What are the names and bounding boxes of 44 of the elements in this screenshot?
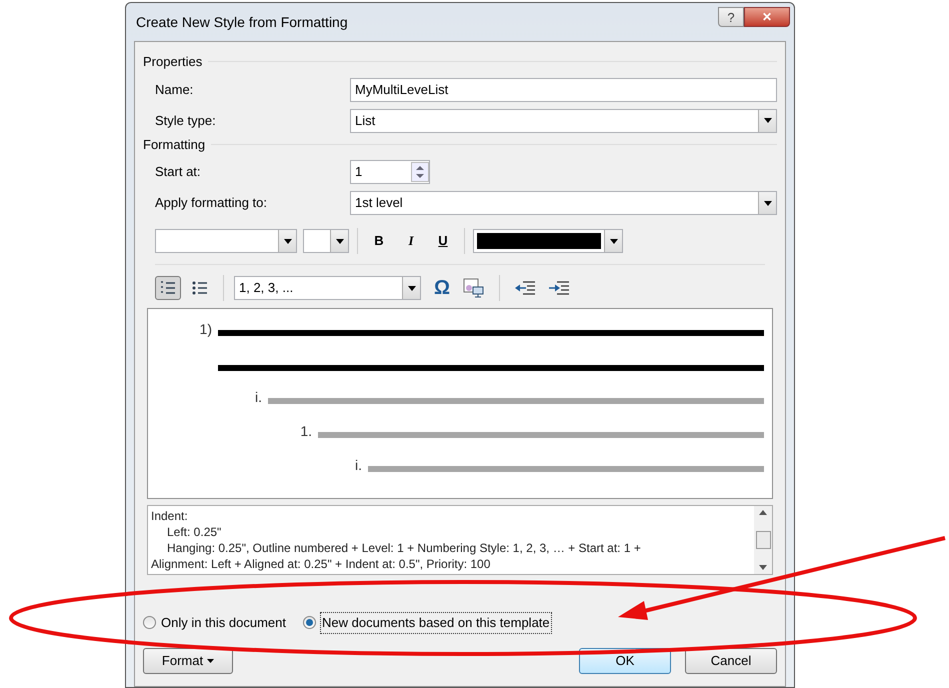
- field-label: Start at:: [154, 163, 202, 182]
- radio-button[interactable]: [143, 616, 156, 630]
- description-text: Alignment: Left + Aligned at: 0.25" + Indent at: 0.5", Priority: 100: [151, 556, 492, 572]
- scrollbar[interactable]: [754, 506, 772, 574]
- description-text: Left: 0.25": [166, 524, 222, 540]
- decrease-indent-icon[interactable]: [514, 280, 536, 296]
- italic-button[interactable]: I: [398, 231, 424, 251]
- bulleted-list-icon: [192, 280, 208, 296]
- list-number: i.: [255, 389, 262, 405]
- radio-button[interactable]: [303, 616, 316, 630]
- symbol-button[interactable]: Ω: [427, 273, 457, 303]
- field-label: Style type:: [154, 112, 217, 130]
- window-title: Create New Style from Formatting: [135, 12, 349, 32]
- field-label: Apply formatting to:: [154, 194, 268, 212]
- bold-button[interactable]: B: [366, 231, 392, 251]
- field-label: Name:: [154, 80, 194, 99]
- numbering-style-dropdown[interactable]: 1, 2, 3, ...: [234, 276, 421, 300]
- apply-to-dropdown[interactable]: 1st level: [350, 191, 777, 215]
- help-button[interactable]: ?: [718, 7, 744, 27]
- scroll-thumb[interactable]: [756, 531, 770, 549]
- spinner-arrows-icon[interactable]: [411, 162, 429, 182]
- list-number: 1): [200, 321, 212, 337]
- font-color-dropdown[interactable]: [473, 229, 623, 253]
- underline-button[interactable]: U: [430, 231, 456, 251]
- list-number: i.: [355, 457, 362, 473]
- name-field[interactable]: MyMultiLeveList: [350, 78, 777, 102]
- list-number: 1.: [300, 423, 312, 439]
- start-at-spinner[interactable]: 1: [350, 160, 430, 184]
- scroll-down-icon[interactable]: [759, 565, 767, 570]
- section-heading: Properties: [143, 53, 202, 71]
- format-button[interactable]: Format: [143, 648, 233, 674]
- caret-icon: [207, 658, 214, 662]
- style-type-dropdown[interactable]: List: [350, 108, 777, 132]
- increase-indent-icon[interactable]: [548, 280, 570, 296]
- radio-label[interactable]: New documents based on this template: [320, 612, 552, 634]
- picture-icon[interactable]: [463, 278, 485, 298]
- numbered-list-button[interactable]: [155, 276, 181, 300]
- radio-label[interactable]: Only in this document: [160, 613, 288, 632]
- cancel-button[interactable]: Cancel: [685, 648, 777, 674]
- description-text: Hanging: 0.25", Outline numbered + Level: 1 + Numbering Style: 1, 2, 3, … + Start at: 1 +: [166, 540, 642, 556]
- section-heading: Formatting: [143, 136, 206, 154]
- numbered-list-icon: [160, 280, 176, 296]
- description-text: Indent:: [151, 508, 189, 524]
- scroll-up-icon[interactable]: [759, 510, 767, 515]
